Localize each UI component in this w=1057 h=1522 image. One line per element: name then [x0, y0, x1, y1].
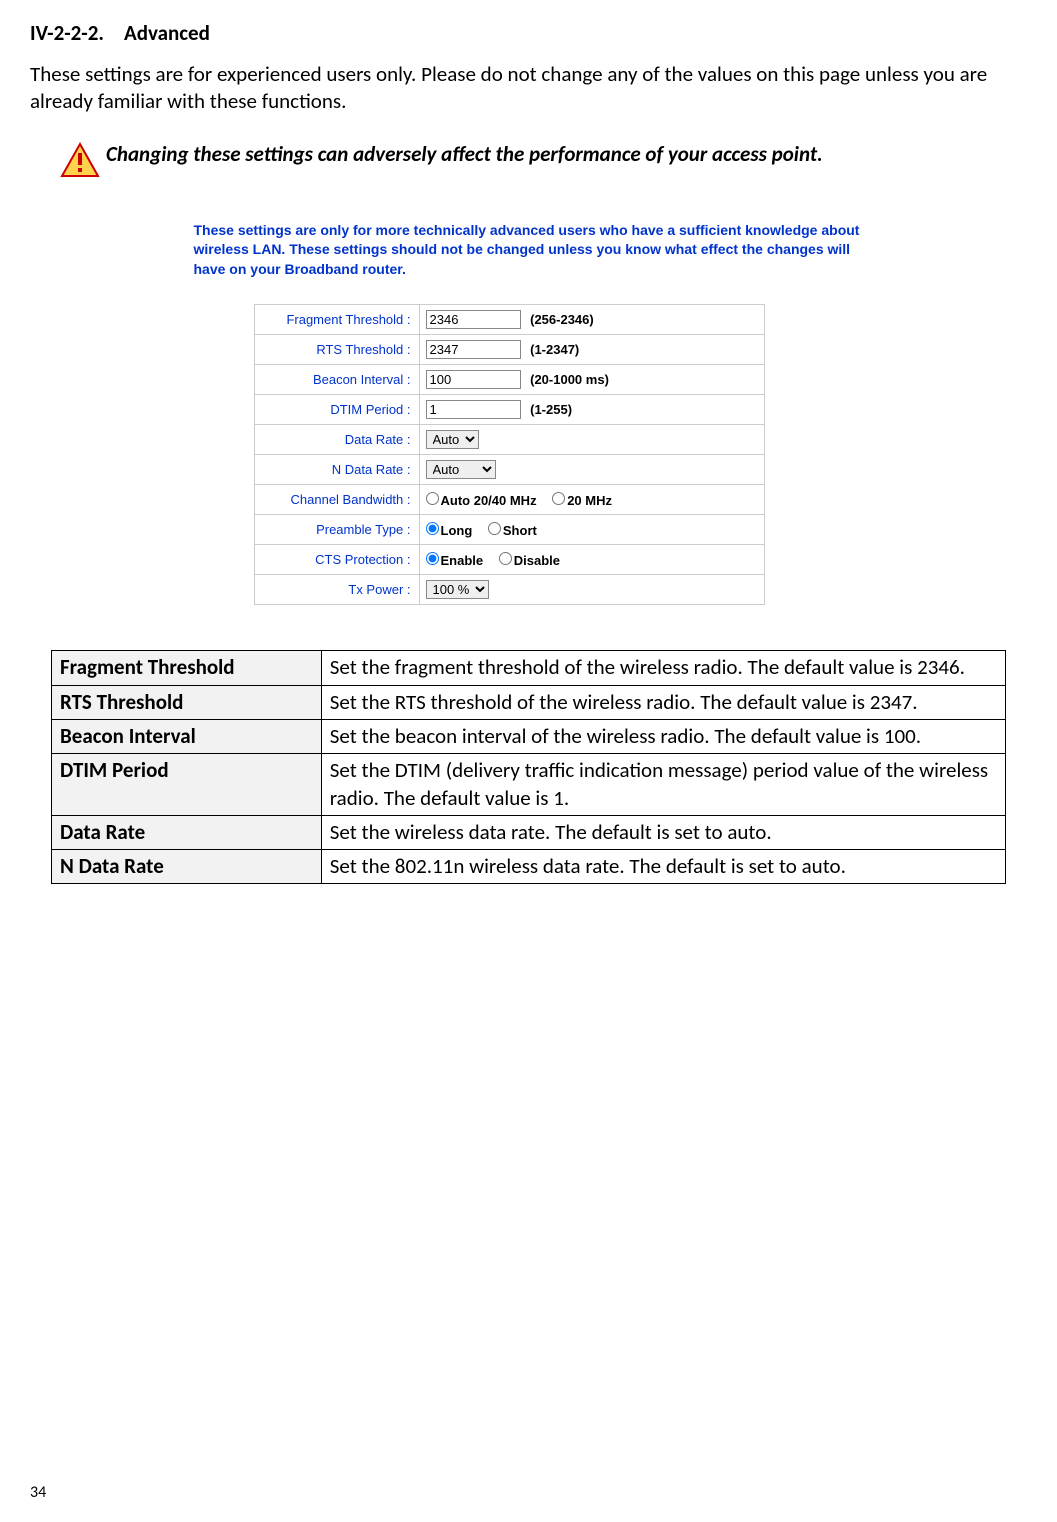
desc-term: Fragment Threshold [52, 651, 322, 685]
table-row: RTS Threshold Set the RTS threshold of t… [52, 685, 1006, 719]
warning-box: Changing these settings can adversely af… [60, 141, 1027, 181]
desc-term: N Data Rate [52, 850, 322, 884]
dtim-period-input[interactable] [426, 400, 521, 419]
dtim-period-row: DTIM Period : (1-255) [254, 395, 764, 425]
rts-threshold-label: RTS Threshold : [254, 335, 419, 365]
settings-screenshot: These settings are only for more technic… [179, 211, 879, 616]
beacon-interval-label: Beacon Interval : [254, 365, 419, 395]
table-row: N Data Rate Set the 802.11n wireless dat… [52, 850, 1006, 884]
beacon-interval-input[interactable] [426, 370, 521, 389]
channel-bw-20-radio[interactable] [552, 492, 565, 505]
screenshot-description: These settings are only for more technic… [194, 221, 864, 280]
beacon-interval-row: Beacon Interval : (20-1000 ms) [254, 365, 764, 395]
preamble-type-label: Preamble Type : [254, 515, 419, 545]
intro-text: These settings are for experienced users… [30, 61, 1027, 116]
beacon-interval-range: (20-1000 ms) [530, 372, 609, 387]
n-data-rate-row: N Data Rate : Auto [254, 455, 764, 485]
section-title: Advanced [124, 20, 210, 46]
fragment-threshold-input[interactable] [426, 310, 521, 329]
fragment-threshold-label: Fragment Threshold : [254, 305, 419, 335]
warning-icon [60, 141, 100, 181]
preamble-short-radio[interactable] [488, 522, 501, 535]
preamble-short-label: Short [503, 523, 537, 538]
page-number: 34 [30, 1483, 46, 1502]
channel-bw-auto-radio[interactable] [426, 492, 439, 505]
tx-power-select[interactable]: 100 % [426, 580, 489, 599]
rts-threshold-input[interactable] [426, 340, 521, 359]
table-row: Beacon Interval Set the beacon interval … [52, 719, 1006, 753]
desc-definition: Set the RTS threshold of the wireless ra… [321, 685, 1005, 719]
tx-power-label: Tx Power : [254, 575, 419, 605]
settings-table: Fragment Threshold : (256-2346) RTS Thre… [254, 304, 765, 605]
fragment-threshold-range: (256-2346) [530, 312, 594, 327]
rts-threshold-range: (1-2347) [530, 342, 579, 357]
desc-definition: Set the wireless data rate. The default … [321, 815, 1005, 849]
section-heading: IV-2-2-2. Advanced [30, 20, 1027, 46]
preamble-long-radio[interactable] [426, 522, 439, 535]
channel-bandwidth-row: Channel Bandwidth : Auto 20/40 MHz 20 MH… [254, 485, 764, 515]
cts-protection-label: CTS Protection : [254, 545, 419, 575]
cts-enable-radio[interactable] [426, 552, 439, 565]
n-data-rate-select[interactable]: Auto [426, 460, 496, 479]
desc-term: Data Rate [52, 815, 322, 849]
preamble-type-row: Preamble Type : Long Short [254, 515, 764, 545]
tx-power-row: Tx Power : 100 % [254, 575, 764, 605]
fragment-threshold-row: Fragment Threshold : (256-2346) [254, 305, 764, 335]
data-rate-select[interactable]: Auto [426, 430, 479, 449]
table-row: Fragment Threshold Set the fragment thre… [52, 651, 1006, 685]
table-row: DTIM Period Set the DTIM (delivery traff… [52, 754, 1006, 816]
desc-definition: Set the beacon interval of the wireless … [321, 719, 1005, 753]
desc-term: DTIM Period [52, 754, 322, 816]
dtim-period-label: DTIM Period : [254, 395, 419, 425]
preamble-long-label: Long [441, 523, 473, 538]
cts-disable-radio[interactable] [499, 552, 512, 565]
desc-definition: Set the DTIM (delivery traffic indicatio… [321, 754, 1005, 816]
section-number: IV-2-2-2. [30, 20, 104, 46]
desc-term: Beacon Interval [52, 719, 322, 753]
data-rate-label: Data Rate : [254, 425, 419, 455]
description-table: Fragment Threshold Set the fragment thre… [51, 650, 1006, 884]
dtim-period-range: (1-255) [530, 402, 572, 417]
table-row: Data Rate Set the wireless data rate. Th… [52, 815, 1006, 849]
data-rate-row: Data Rate : Auto [254, 425, 764, 455]
channel-bw-20-label: 20 MHz [567, 493, 612, 508]
desc-definition: Set the 802.11n wireless data rate. The … [321, 850, 1005, 884]
cts-protection-row: CTS Protection : Enable Disable [254, 545, 764, 575]
channel-bandwidth-label: Channel Bandwidth : [254, 485, 419, 515]
channel-bw-auto-label: Auto 20/40 MHz [441, 493, 537, 508]
desc-definition: Set the fragment threshold of the wirele… [321, 651, 1005, 685]
cts-disable-label: Disable [514, 553, 560, 568]
rts-threshold-row: RTS Threshold : (1-2347) [254, 335, 764, 365]
cts-enable-label: Enable [441, 553, 484, 568]
warning-text: Changing these settings can adversely af… [106, 141, 823, 168]
n-data-rate-label: N Data Rate : [254, 455, 419, 485]
desc-term: RTS Threshold [52, 685, 322, 719]
